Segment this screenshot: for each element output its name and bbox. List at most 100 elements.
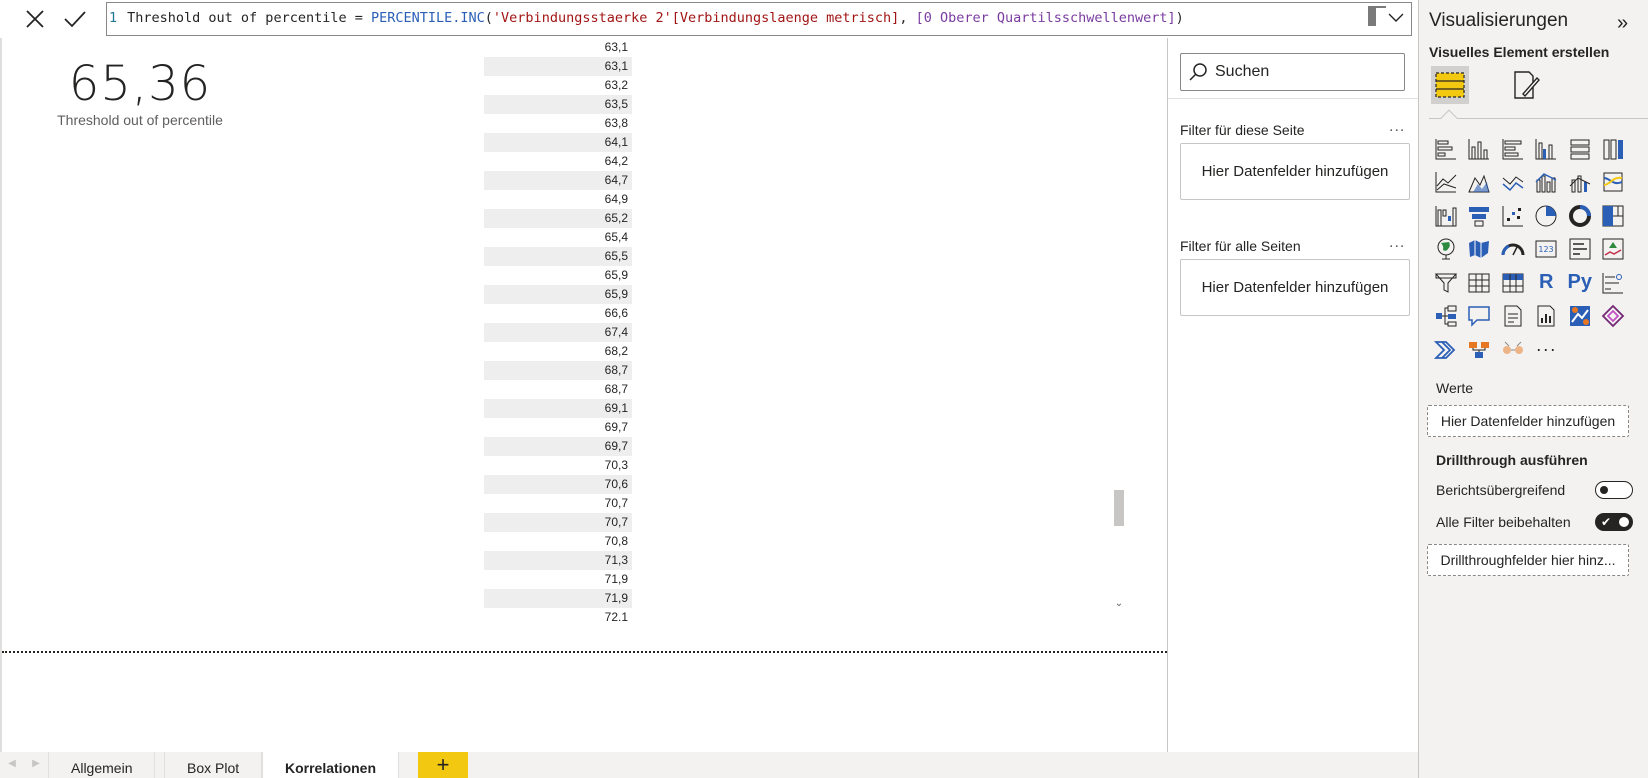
page-tab-bar: ◀ ▶ Allgemein Box Plot Korrelationen + (0, 752, 1418, 778)
paginated-report-icon[interactable] (1530, 300, 1564, 334)
100-percent-column-chart-icon[interactable] (1597, 132, 1631, 166)
table-row: 70,6 (484, 475, 632, 494)
power-bi-app: 1 Threshold out of percentile = PERCENTIL… (0, 0, 1648, 778)
filter-search-box[interactable] (1180, 53, 1405, 91)
clustered-column-chart-icon[interactable] (1530, 132, 1564, 166)
expand-formula-button[interactable] (1386, 8, 1406, 28)
prev-page-icon[interactable]: ◀ (2, 758, 22, 778)
tab-korrelationen[interactable]: Korrelationen (262, 752, 400, 778)
page-boundary-line (2, 651, 1167, 653)
qa-visual-icon[interactable] (1463, 300, 1497, 334)
waterfall-chart-icon[interactable] (1429, 199, 1463, 233)
formula-line-number: 1 (109, 10, 118, 26)
filled-map-icon[interactable] (1463, 233, 1497, 267)
formula-editor[interactable]: 1 Threshold out of percentile = PERCENTIL… (106, 2, 1412, 36)
table-scrollbar-thumb[interactable] (1114, 490, 1124, 526)
table-row: 69,7 (484, 437, 632, 456)
page-filters-well[interactable]: Hier Datenfelder hinzufügen (1180, 143, 1410, 200)
scroll-down-icon[interactable]: ⌄ (1114, 598, 1124, 612)
add-page-button[interactable]: + (418, 752, 468, 778)
card-icon[interactable]: 123 (1530, 233, 1564, 267)
card-value: 65,36 (68, 56, 212, 112)
table-row: 63,1 (484, 57, 632, 76)
gauge-icon[interactable] (1496, 233, 1530, 267)
matrix-icon[interactable] (1496, 266, 1530, 300)
pie-chart-icon[interactable] (1530, 199, 1564, 233)
100-percent-bar-chart-icon[interactable] (1563, 132, 1597, 166)
r-script-visual-icon[interactable]: R (1530, 266, 1564, 300)
build-visual-icon (1435, 72, 1465, 98)
table-row: 64,2 (604, 154, 628, 168)
area-chart-icon[interactable] (1463, 166, 1497, 200)
table-scrollbar-track[interactable] (1114, 38, 1124, 616)
keep-filters-toggle[interactable]: ✔ (1595, 513, 1633, 531)
value-list: 63,1 63,1 63,2 63,5 63,8 64,1 64,2 64,7 64,9 65,2… (484, 38, 632, 627)
smart-narrative-icon[interactable] (1496, 300, 1530, 334)
values-well[interactable]: Hier Datenfelder hinzufügen (1427, 405, 1629, 437)
scatter-chart-icon[interactable] (1496, 199, 1530, 233)
more-visuals-icon[interactable]: ··· (1530, 333, 1564, 367)
key-influencers-icon[interactable] (1597, 266, 1631, 300)
page-filters-more-button[interactable]: ... (1389, 118, 1405, 136)
table-row: 63,5 (484, 95, 632, 114)
table-row: 64,1 (484, 133, 632, 152)
funnel-chart-icon[interactable] (1463, 199, 1497, 233)
table-row: 70,8 (604, 534, 628, 548)
line-and-stacked-column-icon[interactable] (1530, 166, 1564, 200)
formula-scrollbar[interactable] (1368, 6, 1376, 26)
line-and-clustered-column-icon[interactable] (1563, 166, 1597, 200)
tab-allgemein[interactable]: Allgemein (48, 752, 156, 778)
custom-visual-1-icon[interactable] (1463, 333, 1497, 367)
commit-formula-button[interactable] (56, 3, 94, 35)
drillthrough-well[interactable]: Drillthroughfelder hier hinz... (1427, 544, 1629, 576)
treemap-icon[interactable] (1597, 199, 1631, 233)
table-row: 65,4 (604, 230, 628, 244)
stacked-bar-chart-icon[interactable] (1429, 132, 1463, 166)
cancel-formula-button[interactable] (16, 3, 54, 35)
line-chart-icon[interactable] (1429, 166, 1463, 200)
custom-visual-2-icon[interactable] (1496, 333, 1530, 367)
table-row: 68,7 (484, 361, 632, 380)
build-visual-tab[interactable] (1431, 66, 1469, 104)
close-icon (26, 10, 44, 28)
all-filters-more-button[interactable]: ... (1389, 234, 1405, 252)
stacked-column-chart-icon[interactable] (1463, 132, 1497, 166)
all-filters-well[interactable]: Hier Datenfelder hinzufügen (1180, 259, 1410, 316)
table-row: 67,4 (484, 323, 632, 342)
tab-indicator (1440, 109, 1458, 127)
decomposition-tree-icon[interactable] (1429, 300, 1463, 334)
cross-report-toggle[interactable] (1595, 481, 1633, 499)
kpi-icon[interactable] (1597, 233, 1631, 267)
arcgis-map-icon[interactable] (1563, 300, 1597, 334)
table-icon[interactable] (1463, 266, 1497, 300)
formula-open-paren: ( (484, 10, 493, 26)
page-filters-heading: Filter für diese Seite (1180, 122, 1305, 138)
formula-function: PERCENTILE.INC (370, 10, 485, 26)
filter-search-input[interactable] (1215, 63, 1395, 81)
slicer-icon[interactable] (1429, 266, 1463, 300)
clustered-bar-chart-icon[interactable] (1496, 132, 1530, 166)
formula-measure-name: Threshold out of percentile = (127, 10, 371, 26)
tab-box-plot[interactable]: Box Plot (164, 752, 263, 778)
table-row: 68,7 (604, 382, 628, 396)
power-automate-icon[interactable] (1429, 333, 1463, 367)
multi-row-card-icon[interactable] (1563, 233, 1597, 267)
ribbon-chart-icon[interactable] (1597, 166, 1631, 200)
collapse-pane-button[interactable]: » (1617, 12, 1628, 35)
filter-pane: Filter für diese Seite ... Hier Datenfel… (1167, 38, 1419, 752)
table-row: 64,9 (604, 192, 628, 206)
next-page-icon[interactable]: ▶ (26, 758, 46, 778)
svg-text:123: 123 (1539, 245, 1554, 254)
python-visual-icon[interactable]: Py (1563, 266, 1597, 300)
card-label: Threshold out of percentile (57, 112, 223, 128)
format-visual-tab[interactable] (1507, 66, 1545, 104)
stacked-area-chart-icon[interactable] (1496, 166, 1530, 200)
table-visual[interactable]: 63,1 63,1 63,2 63,5 63,8 64,1 64,2 64,7 64,9 65,2… (484, 38, 1124, 624)
power-apps-icon[interactable] (1597, 300, 1631, 334)
search-icon (1181, 62, 1215, 82)
formula-close-paren: ) (1175, 10, 1184, 26)
table-row: 63,1 (604, 40, 628, 54)
donut-chart-icon[interactable] (1563, 199, 1597, 233)
map-icon[interactable] (1429, 233, 1463, 267)
card-visual[interactable]: 65,36 Threshold out of percentile (40, 56, 240, 128)
